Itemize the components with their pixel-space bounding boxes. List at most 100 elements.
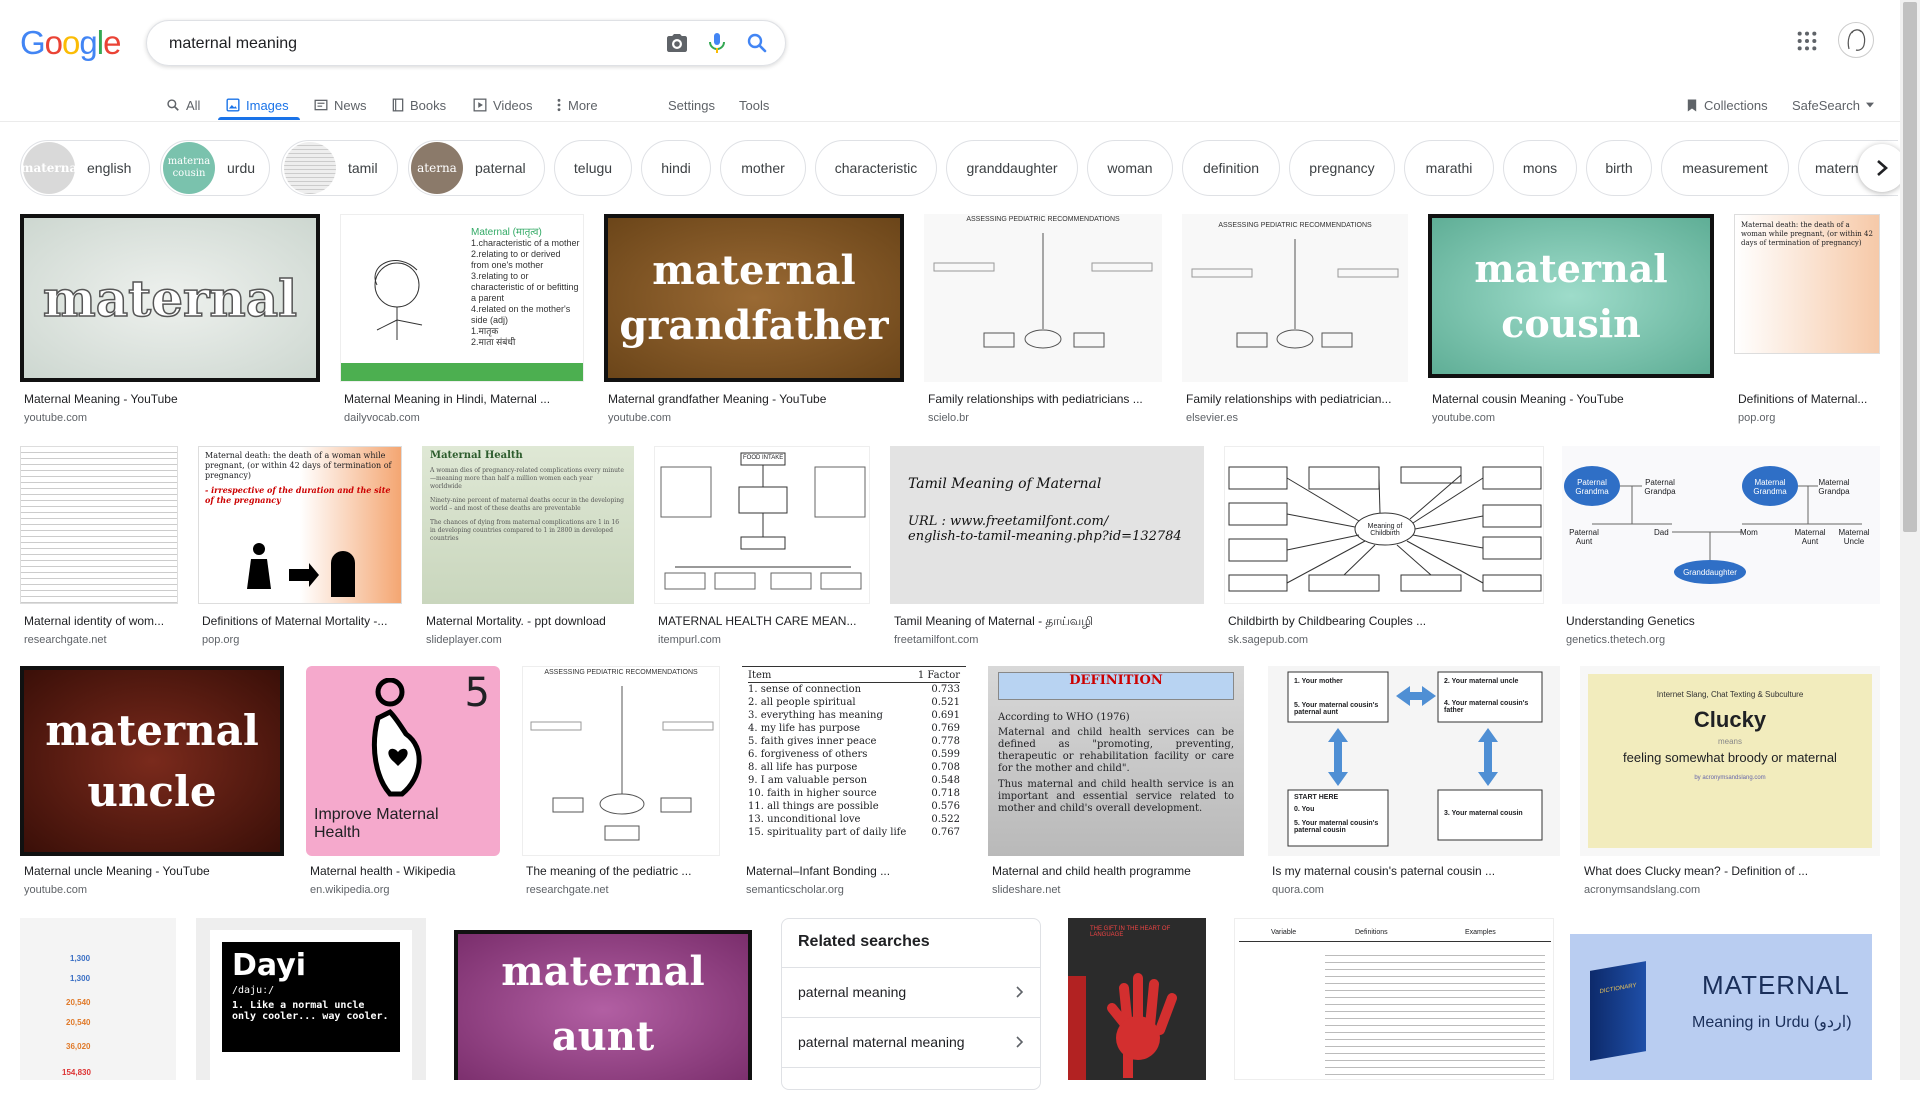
image-result[interactable]: Maternal death: the death of a woman whi… [198, 446, 402, 646]
result-source: scielo.br [928, 412, 969, 424]
chip-urdu[interactable]: materna cousin urdu [160, 140, 270, 196]
chip-woman[interactable]: woman [1087, 140, 1173, 196]
thumbnail-line: 4. Your maternal cousin's father [1444, 700, 1529, 714]
tab-images[interactable]: Images [226, 92, 289, 118]
tab-books[interactable]: Books [392, 92, 446, 118]
diagram-illustration [660, 452, 866, 590]
camera-icon[interactable] [665, 31, 689, 55]
tab-videos[interactable]: Videos [473, 92, 533, 118]
related-search-item[interactable]: paternal maternal meaning [782, 1017, 1040, 1065]
result-source: dailyvocab.com [344, 412, 420, 424]
result-thumbnail: maternal aunt [446, 918, 760, 1080]
chip-telugu[interactable]: telugu [554, 140, 632, 196]
image-result[interactable]: 1,300 1,300 20,540 20,540 36,020 154,830 [20, 918, 176, 1080]
thumbnail-heading: MATERNAL [1702, 970, 1850, 1000]
search-icon[interactable] [745, 31, 769, 55]
thumbnail-panel: maternal uncle [24, 670, 280, 852]
google-logo[interactable]: Google [20, 24, 121, 62]
search-input[interactable] [167, 21, 641, 67]
chip-birth[interactable]: birth [1586, 140, 1652, 196]
chip-granddaughter[interactable]: granddaughter [946, 140, 1078, 196]
apps-icon[interactable] [1796, 30, 1818, 52]
collections-link[interactable]: Collections [1686, 92, 1768, 118]
hand-illustration [1107, 973, 1177, 1078]
image-result[interactable]: 1. Your mother 2. Your maternal uncle 5.… [1268, 666, 1560, 904]
thumbnail-text-block: Maternal (मातृत्व) 1.characteristic of a… [471, 227, 581, 348]
chip-measurement[interactable]: measurement [1661, 140, 1789, 196]
image-result[interactable]: maternal cousin Maternal cousin Meaning … [1428, 214, 1714, 424]
image-result[interactable]: DICTIONARY MATERNAL Meaning in Urdu (ارد… [1562, 918, 1880, 1080]
image-result[interactable]: THE GIFT IN THE HEART OF LANGUAGE [1068, 918, 1206, 1080]
settings-link[interactable]: Settings [668, 92, 715, 118]
chip-label: mother [741, 160, 785, 176]
image-result[interactable]: Paternal Grandma Paternal Grandpa Matern… [1562, 446, 1880, 646]
related-search-item[interactable] [782, 1067, 1040, 1115]
chip-characteristic[interactable]: characteristic [815, 140, 937, 196]
scrollbar-thumb[interactable] [1903, 2, 1917, 532]
image-result[interactable]: Internet Slang, Chat Texting & Subcultur… [1580, 666, 1880, 904]
chip-label: tamil [348, 160, 378, 176]
image-result[interactable]: maternal grandfather Maternal grandfathe… [604, 214, 904, 424]
pregnant-woman-icon [371, 678, 422, 797]
table-row: 3. everything has meaning 0.691 [748, 709, 960, 722]
image-result[interactable]: Dayi /dajuː/ 1. Like a normal uncle only… [196, 918, 426, 1080]
image-result[interactable]: Maternal death: the death of a woman whi… [1734, 214, 1880, 424]
tab-more[interactable]: More [556, 92, 598, 118]
image-result[interactable]: ASSESSING PEDIATRIC RECOMMENDATIONS Fami… [924, 214, 1162, 424]
image-result[interactable]: Meaning of Childbirth Childbirth by Chil… [1224, 446, 1544, 646]
result-thumbnail: 5 Improve Maternal Health [306, 666, 500, 856]
result-title: Maternal–Infant Bonding ... [746, 864, 891, 878]
image-result[interactable]: maternal uncle Maternal uncle Meaning - … [20, 666, 284, 904]
chip-pregnancy[interactable]: pregnancy [1289, 140, 1395, 196]
diagram-illustration [1191, 239, 1399, 349]
chip-definition[interactable]: definition [1182, 140, 1280, 196]
image-result[interactable]: FOOD INTAKE MATERNAL HEALTH CARE MEAN...… [654, 446, 870, 646]
avatar-image [1847, 29, 1866, 51]
mic-icon[interactable] [705, 31, 729, 55]
tab-news[interactable]: News [314, 92, 367, 118]
image-result[interactable]: maternal Maternal Meaning - YouTube yout… [20, 214, 320, 424]
thumbnail-panel: maternal [24, 218, 316, 378]
result-title: Definitions of Maternal... [1738, 392, 1868, 406]
table-cell: 15. spirituality part of daily life [748, 827, 907, 838]
image-result[interactable]: DEFINITION According to WHO (1976) Mater… [988, 666, 1244, 904]
image-result[interactable]: Maternal identity of wom... researchgate… [20, 446, 178, 646]
result-thumbnail: Maternal Health A woman dies of pregnanc… [422, 446, 634, 604]
chip-label: measurement [1682, 160, 1768, 176]
image-result[interactable]: 5 Improve Maternal Health Maternal healt… [306, 666, 500, 904]
image-result[interactable]: Variable Definitions Examples [1234, 918, 1554, 1080]
chip-mother[interactable]: mother [720, 140, 806, 196]
safesearch-dropdown[interactable]: SafeSearch [1792, 92, 1874, 118]
thumbnail-line: 1,300 [70, 954, 91, 963]
related-search-item[interactable]: paternal meaning [782, 967, 1040, 1015]
chips-next-button[interactable] [1858, 144, 1906, 192]
image-result[interactable]: ASSESSING PEDIATRIC RECOMMENDATIONS The … [522, 666, 720, 904]
diagram-illustration [530, 686, 714, 841]
result-thumbnail: Maternal death: the death of a woman whi… [1734, 214, 1880, 354]
tab-all[interactable]: All [166, 92, 200, 118]
chip-hindi[interactable]: hindi [641, 140, 711, 196]
avatar[interactable] [1838, 22, 1874, 58]
thumbnail-line: 1.characteristic of a mother [471, 238, 580, 248]
result-source: researchgate.net [526, 884, 609, 896]
search-box[interactable] [146, 20, 786, 67]
chip-mons[interactable]: mons [1503, 140, 1577, 196]
chip-thumb-text: materna [23, 161, 75, 175]
image-result[interactable]: Item 1 Factor 1. sense of connection 0.733… [742, 666, 966, 904]
result-source: freetamilfont.com [894, 634, 979, 646]
result-source: youtube.com [24, 412, 87, 424]
image-result[interactable]: maternal aunt [446, 918, 760, 1080]
image-result[interactable]: Maternal Health A woman dies of pregnanc… [422, 446, 634, 646]
chef-illustration [374, 260, 423, 340]
image-result[interactable]: ASSESSING PEDIATRIC RECOMMENDATIONS Fami… [1182, 214, 1408, 424]
chip-tamil[interactable]: tamil [281, 140, 398, 196]
image-result[interactable]: Tamil Meaning of Maternal URL : www.free… [890, 446, 1204, 646]
chip-marathi[interactable]: marathi [1404, 140, 1494, 196]
image-result[interactable]: Maternal (मातृत्व) 1.characteristic of a… [340, 214, 584, 424]
result-thumbnail: FOOD INTAKE [654, 446, 870, 604]
tools-link[interactable]: Tools [739, 92, 769, 118]
table-row: 9. I am valuable person 0.548 [748, 774, 960, 787]
table-row: 6. forgiveness of others 0.599 [748, 748, 960, 761]
chip-paternal[interactable]: aterna paternal [408, 140, 545, 196]
chip-english[interactable]: materna english [20, 140, 150, 196]
